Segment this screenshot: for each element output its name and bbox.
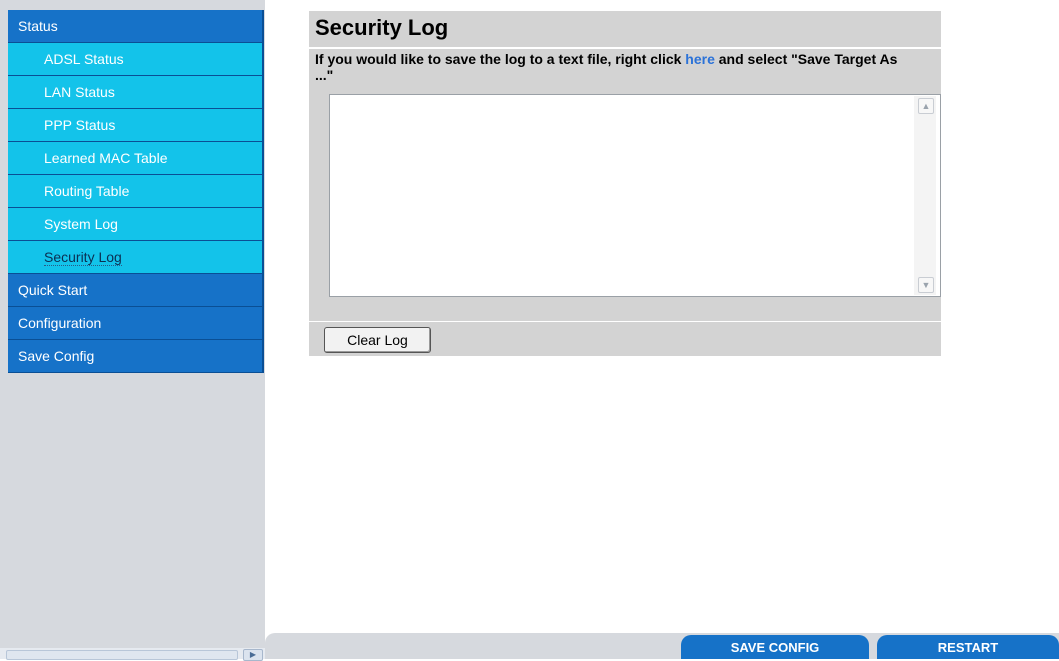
sidebar-item-label: Learned MAC Table xyxy=(44,150,168,166)
sidebar-horizontal-scrollbar[interactable]: ▶ xyxy=(0,648,265,661)
sidebar-item-label: Status xyxy=(18,18,58,34)
sidebar-item-label: Routing Table xyxy=(44,183,130,199)
sidebar-item-save-config[interactable]: Save Config xyxy=(8,340,264,373)
security-log-textarea[interactable] xyxy=(329,94,941,297)
sidebar-item-label: PPP Status xyxy=(44,117,116,133)
sidebar-item-label: Quick Start xyxy=(18,282,88,298)
sidebar-item-label: Security Log xyxy=(44,249,122,266)
security-log-panel: Security Log If you would like to save t… xyxy=(309,11,941,356)
sidebar-item-system-log[interactable]: System Log xyxy=(8,208,264,241)
sidebar-item-ppp-status[interactable]: PPP Status xyxy=(8,109,264,142)
page-title: Security Log xyxy=(315,15,449,40)
divider xyxy=(309,321,941,322)
sidebar-item-label: Configuration xyxy=(18,315,102,331)
restart-button[interactable]: RESTART xyxy=(877,635,1059,659)
divider xyxy=(309,47,941,49)
sidebar-item-learned-mac-table[interactable]: Learned MAC Table xyxy=(8,142,264,175)
scroll-right-arrow-icon[interactable]: ▶ xyxy=(243,649,263,661)
save-instructions: If you would like to save the log to a t… xyxy=(315,51,915,83)
sidebar-item-quick-start[interactable]: Quick Start xyxy=(8,274,264,307)
sidebar-menu: Status ADSL Status LAN Status PPP Status… xyxy=(8,10,264,373)
scroll-up-arrow-icon[interactable]: ▲ xyxy=(918,98,934,114)
sidebar-item-lan-status[interactable]: LAN Status xyxy=(8,76,264,109)
instructions-text-before: If you would like to save the log to a t… xyxy=(315,51,686,67)
sidebar-item-routing-table[interactable]: Routing Table xyxy=(8,175,264,208)
sidebar: Status ADSL Status LAN Status PPP Status… xyxy=(0,0,265,661)
save-config-button[interactable]: SAVE CONFIG xyxy=(681,635,869,659)
sidebar-item-security-log[interactable]: Security Log xyxy=(8,241,264,274)
clear-log-button[interactable]: Clear Log xyxy=(324,327,431,353)
log-vertical-scrollbar[interactable]: ▲ ▼ xyxy=(914,96,936,295)
sidebar-item-label: LAN Status xyxy=(44,84,115,100)
sidebar-item-adsl-status[interactable]: ADSL Status xyxy=(8,43,264,76)
sidebar-item-label: ADSL Status xyxy=(44,51,124,67)
scroll-down-arrow-icon[interactable]: ▼ xyxy=(918,277,934,293)
sidebar-item-status[interactable]: Status xyxy=(8,10,264,43)
sidebar-item-label: System Log xyxy=(44,216,118,232)
sidebar-item-label: Save Config xyxy=(18,348,95,364)
sidebar-item-configuration[interactable]: Configuration xyxy=(8,307,264,340)
save-log-link[interactable]: here xyxy=(685,51,715,67)
